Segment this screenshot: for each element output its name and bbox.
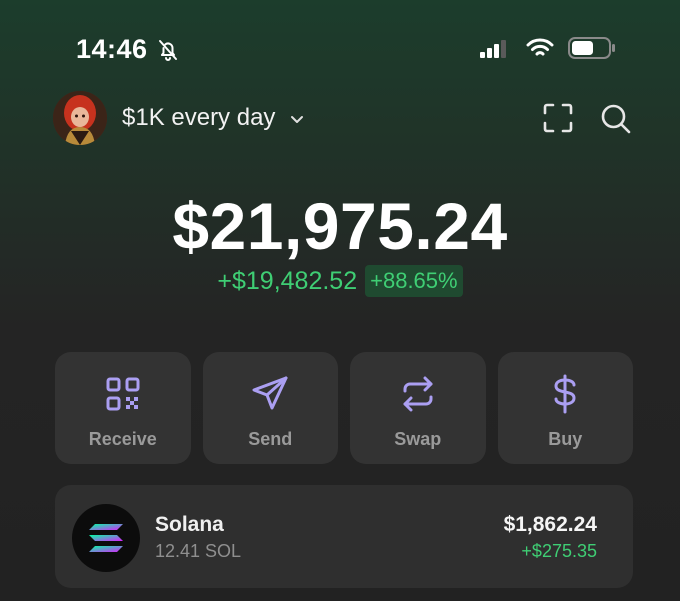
swap-label: Swap [394,429,442,449]
status-bar: 14:46 [0,0,680,100]
portfolio-change: +$19,482.52 +88.65% [0,265,680,297]
change-amount: +$19,482.52 [217,266,358,295]
send-button[interactable]: Send [202,352,338,464]
qr-code-icon [106,374,140,414]
chevron-down-icon[interactable] [290,112,304,130]
token-row-solana[interactable]: Solana 12.41 SOL $1,862.24 +$275.35 [55,485,633,588]
receive-label: Receive [88,429,157,449]
action-buttons: Receive Send Swap Buy [55,352,633,464]
receive-button[interactable]: Receive [55,352,191,464]
scan-icon[interactable] [543,103,573,138]
buy-button[interactable]: Buy [497,352,633,464]
solana-icon [72,504,140,572]
portfolio-balance: $21,975.24 [172,189,508,263]
token-quantity: 12.41 SOL [155,541,242,561]
token-value: $1,862.24 [503,513,597,536]
avatar[interactable] [53,91,107,145]
battery-icon [568,37,616,64]
account-name[interactable]: $1K every day [122,104,275,132]
buy-label: Buy [548,429,583,449]
signal-icon [480,40,506,63]
swap-button[interactable]: Swap [350,352,486,464]
dollar-icon [551,374,579,414]
send-label: Send [248,429,293,449]
change-percent-badge: +88.65% [365,265,463,297]
send-icon [251,374,289,414]
bell-slash-icon [156,38,180,67]
swap-icon [400,374,436,414]
header: $1K every day [0,88,680,152]
search-icon[interactable] [600,103,632,140]
token-change: +$275.35 [521,541,597,561]
token-name: Solana [155,513,224,536]
wifi-icon [526,37,554,64]
status-time: 14:46 [76,34,148,64]
